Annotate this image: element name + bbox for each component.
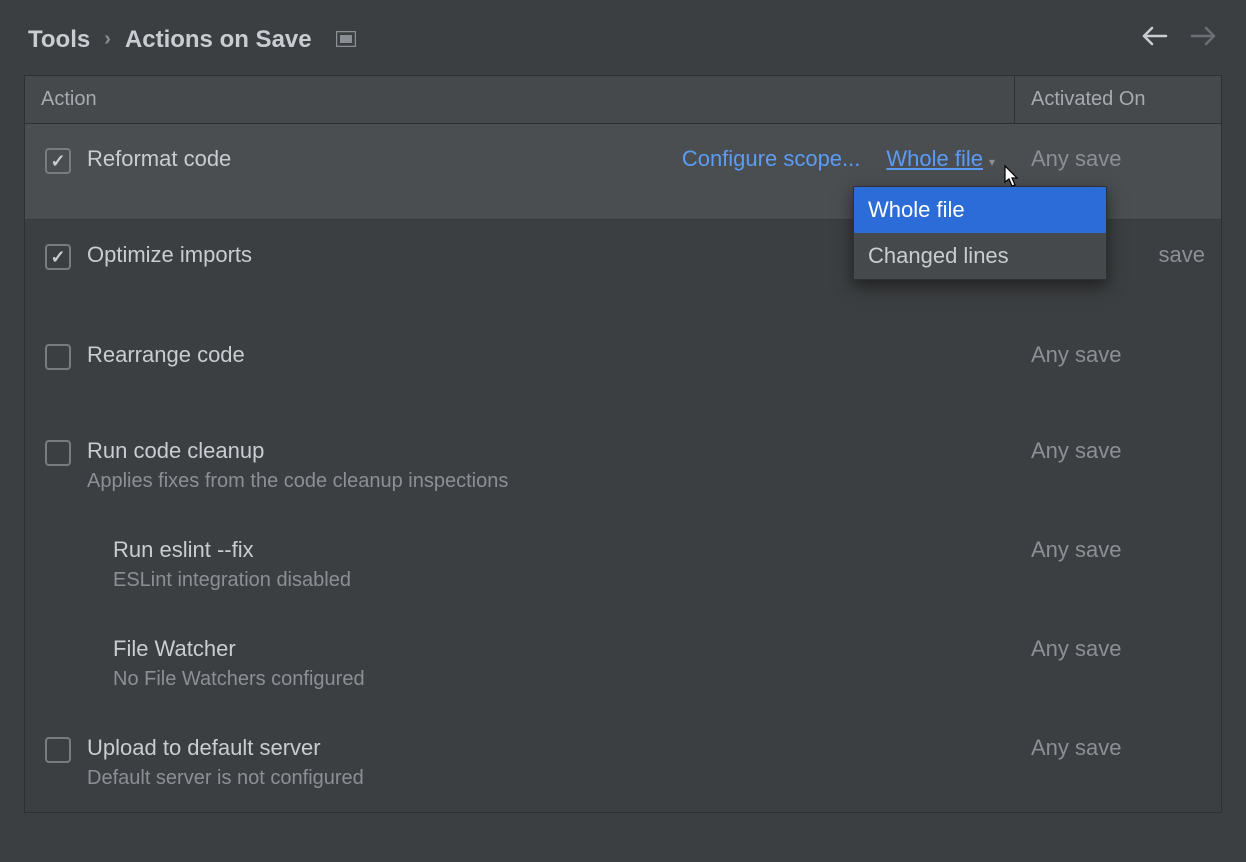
action-title: Upload to default server <box>87 735 995 761</box>
scope-dropdown: Whole file Changed lines <box>853 186 1107 280</box>
row-upload-default-server[interactable]: Upload to default server Default server … <box>25 713 1221 812</box>
row-reformat-code[interactable]: Reformat code Configure scope... Whole f… <box>25 124 1221 220</box>
action-subtitle: No File Watchers configured <box>113 668 995 691</box>
checkbox-reformat[interactable] <box>45 148 71 174</box>
dropdown-item-whole-file[interactable]: Whole file <box>854 187 1106 233</box>
activated-on: Any save <box>1015 614 1221 684</box>
row-file-watcher[interactable]: File Watcher No File Watchers configured… <box>25 614 1221 713</box>
row-run-code-cleanup[interactable]: Run code cleanup Applies fixes from the … <box>25 416 1221 515</box>
action-title: File Watcher <box>113 636 995 662</box>
dropdown-item-changed-lines[interactable]: Changed lines <box>854 233 1106 279</box>
activated-on: Any save <box>1015 713 1221 783</box>
checkbox-upload[interactable] <box>45 737 71 763</box>
checkbox-cleanup[interactable] <box>45 440 71 466</box>
breadcrumb: Tools › Actions on Save <box>28 26 356 54</box>
table-header: Action Activated On <box>25 76 1221 124</box>
scope-dropdown-link[interactable]: Whole file <box>886 146 983 171</box>
chevron-down-icon: ▾ <box>989 155 995 169</box>
checkbox-optimize[interactable] <box>45 244 71 270</box>
action-title: Run eslint --fix <box>113 537 995 563</box>
activated-on: Any save <box>1015 416 1221 486</box>
action-title: Run code cleanup <box>87 438 995 464</box>
breadcrumb-parent[interactable]: Tools <box>28 26 90 54</box>
back-arrow-icon[interactable] <box>1140 24 1168 55</box>
checkbox-rearrange[interactable] <box>45 344 71 370</box>
configure-scope-link[interactable]: Configure scope... <box>682 146 861 172</box>
activated-on: Any save <box>1015 320 1221 390</box>
action-subtitle: Default server is not configured <box>87 767 995 790</box>
action-subtitle: ESLint integration disabled <box>113 569 995 592</box>
forward-arrow-icon <box>1190 24 1218 55</box>
chevron-right-icon: › <box>104 28 111 51</box>
settings-header: Tools › Actions on Save <box>0 0 1246 75</box>
row-run-eslint-fix[interactable]: Run eslint --fix ESLint integration disa… <box>25 515 1221 614</box>
actions-table: Action Activated On Reformat code Config… <box>24 75 1222 813</box>
breadcrumb-current: Actions on Save <box>125 26 312 54</box>
window-icon <box>336 26 356 54</box>
column-activated: Activated On <box>1015 76 1221 123</box>
action-subtitle: Applies fixes from the code cleanup insp… <box>87 470 995 493</box>
activated-on: Any save <box>1015 515 1221 585</box>
action-title: Rearrange code <box>87 342 995 368</box>
action-title: Reformat code <box>87 146 231 172</box>
row-rearrange-code[interactable]: Rearrange code Any save <box>25 320 1221 392</box>
nav-arrows <box>1140 24 1218 55</box>
activated-on: Any save <box>1015 124 1221 194</box>
column-action: Action <box>25 76 1015 123</box>
